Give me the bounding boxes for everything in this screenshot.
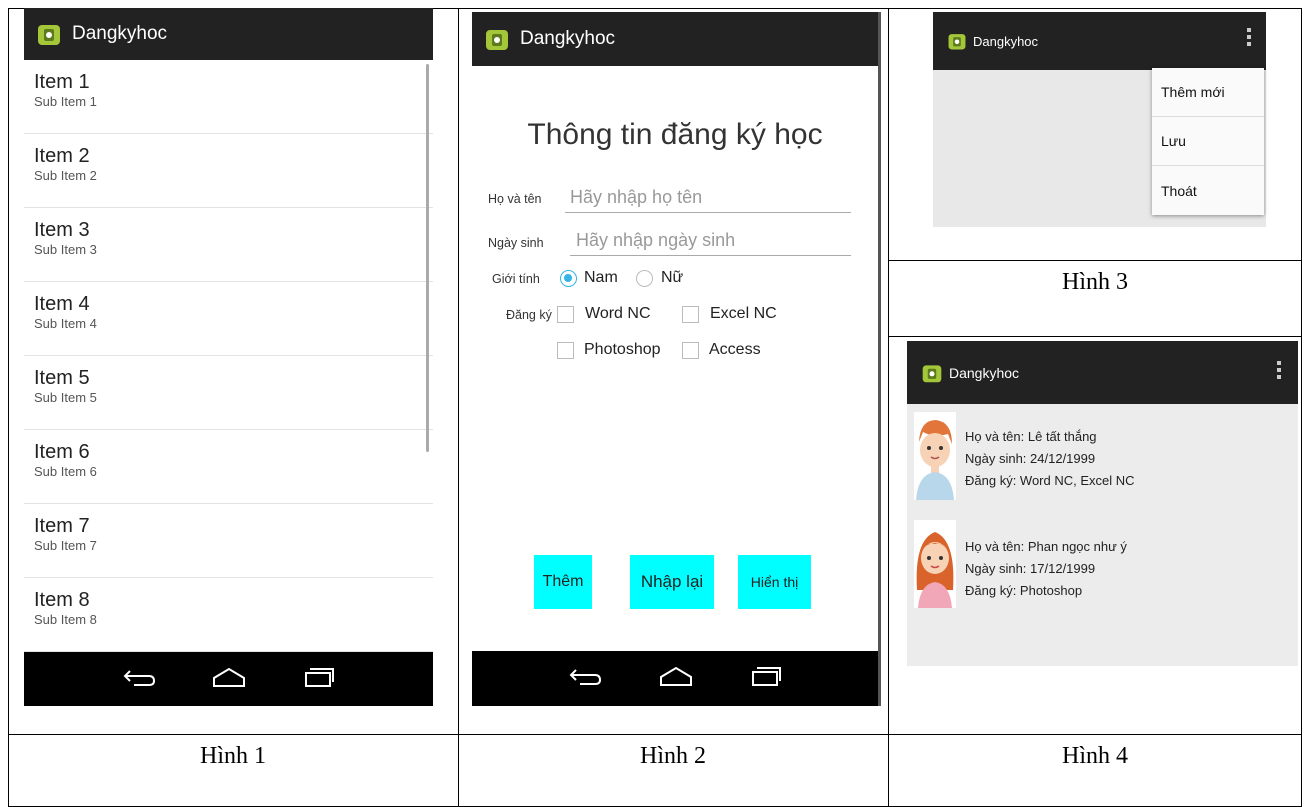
add-button[interactable]: Thêm (534, 555, 592, 609)
list-item-title: Item 2 (34, 145, 90, 167)
dob-input-underline (570, 255, 851, 256)
list-item-title: Item 1 (34, 71, 90, 93)
table-divider (888, 8, 889, 807)
caption-hinh-3: Hình 3 (1062, 269, 1128, 295)
home-icon[interactable] (658, 665, 694, 692)
course-photoshop-checkbox[interactable] (557, 342, 574, 359)
male-avatar (914, 412, 956, 500)
register-label: Đăng ký (506, 308, 552, 322)
home-icon[interactable] (211, 666, 247, 693)
list-item[interactable]: Item 8 Sub Item 8 (24, 578, 433, 652)
list-item[interactable]: Item 4 Sub Item 4 (24, 282, 433, 356)
action-bar: Dangkyhoc (472, 12, 878, 66)
record-1[interactable]: Họ và tên: Lê tất thắng Ngày sinh: 24/12… (965, 426, 1135, 492)
course-photoshop-label[interactable]: Photoshop (584, 341, 661, 359)
dob-label: Ngày sinh (488, 236, 544, 250)
list-item[interactable]: Item 7 Sub Item 7 (24, 504, 433, 578)
table-divider (458, 8, 459, 807)
recents-icon[interactable] (303, 666, 335, 693)
course-excel-checkbox[interactable] (682, 306, 699, 323)
list-item[interactable]: Item 3 Sub Item 3 (24, 208, 433, 282)
gender-female-label[interactable]: Nữ (661, 269, 683, 287)
list-item-subtitle: Sub Item 4 (34, 316, 97, 331)
list-item-subtitle: Sub Item 2 (34, 168, 97, 183)
action-bar: Dangkyhoc (933, 12, 1266, 70)
list-item-title: Item 4 (34, 293, 90, 315)
list-item[interactable]: Item 5 Sub Item 5 (24, 356, 433, 430)
reset-button[interactable]: Nhập lại (630, 555, 714, 609)
list-item-title: Item 8 (34, 589, 90, 611)
record-dob: Ngày sinh: 24/12/1999 (965, 451, 1096, 466)
list-item[interactable]: Item 1 Sub Item 1 (24, 60, 433, 134)
list-item-subtitle: Sub Item 8 (34, 612, 97, 627)
android-app-icon (36, 21, 62, 47)
record-2[interactable]: Họ và tên: Phan ngọc như ý Ngày sinh: 17… (965, 536, 1127, 602)
android-app-icon (484, 26, 510, 52)
form-heading: Thông tin đăng ký học (527, 118, 823, 151)
course-word-checkbox[interactable] (557, 306, 574, 323)
app-title: Dangkyhoc (72, 23, 168, 44)
overflow-menu-icon[interactable] (1247, 28, 1251, 46)
overflow-menu-icon[interactable] (1277, 361, 1281, 379)
app-title: Dangkyhoc (973, 33, 1039, 49)
action-bar: Dangkyhoc (24, 8, 433, 60)
list-item-subtitle: Sub Item 5 (34, 390, 97, 405)
record-dob: Ngày sinh: 17/12/1999 (965, 561, 1096, 576)
gender-male-label[interactable]: Nam (584, 269, 618, 287)
course-word-label[interactable]: Word NC (585, 305, 651, 323)
caption-hinh-4: Hình 4 (1062, 743, 1128, 769)
list-scrollbar[interactable] (426, 64, 429, 452)
dob-input[interactable]: Hãy nhập ngày sinh (576, 230, 735, 251)
back-icon[interactable] (568, 665, 602, 692)
caption-hinh-2: Hình 2 (640, 743, 706, 769)
female-avatar (914, 520, 956, 608)
show-button[interactable]: Hiển thị (738, 555, 811, 609)
name-input[interactable]: Hãy nhập họ tên (570, 187, 702, 208)
name-label: Họ và tên (488, 192, 542, 206)
caption-hinh-1: Hình 1 (200, 743, 266, 769)
action-bar: Dangkyhoc (907, 341, 1298, 404)
record-name: Họ và tên: Phan ngọc như ý (965, 539, 1127, 554)
menu-item-save[interactable]: Lưu (1152, 117, 1264, 166)
course-excel-label[interactable]: Excel NC (710, 305, 777, 323)
android-app-icon (921, 360, 943, 386)
nav-bar (472, 651, 878, 706)
course-access-label[interactable]: Access (709, 341, 761, 359)
app-title: Dangkyhoc (949, 364, 1020, 381)
table-divider (8, 734, 1302, 735)
registration-form: Thông tin đăng ký học Họ và tên Hãy nhập… (472, 66, 878, 651)
list-item-subtitle: Sub Item 3 (34, 242, 97, 257)
record-courses: Đăng ký: Photoshop (965, 583, 1083, 598)
record-name: Họ và tên: Lê tất thắng (965, 429, 1097, 444)
list-item-subtitle: Sub Item 6 (34, 464, 97, 479)
list-item-subtitle: Sub Item 7 (34, 538, 97, 553)
list-item-title: Item 6 (34, 441, 90, 463)
overflow-menu: Thêm mới Lưu Thoát (1152, 68, 1264, 215)
list-item-title: Item 5 (34, 367, 90, 389)
nav-bar (24, 652, 433, 706)
android-app-icon (947, 30, 967, 52)
list-item[interactable]: Item 6 Sub Item 6 (24, 430, 433, 504)
menu-item-add-new[interactable]: Thêm mới (1152, 68, 1264, 117)
recents-icon[interactable] (750, 665, 782, 692)
list-item-title: Item 7 (34, 515, 90, 537)
records-list: Họ và tên: Lê tất thắng Ngày sinh: 24/12… (907, 404, 1298, 666)
gender-male-radio[interactable] (560, 270, 577, 287)
gender-label: Giới tính (492, 272, 540, 286)
menu-item-exit[interactable]: Thoát (1152, 166, 1264, 215)
list-item[interactable]: Item 2 Sub Item 2 (24, 134, 433, 208)
course-access-checkbox[interactable] (682, 342, 699, 359)
list-item-subtitle: Sub Item 1 (34, 94, 97, 109)
back-icon[interactable] (122, 666, 156, 693)
table-divider (888, 260, 1302, 261)
window-edge (878, 12, 881, 706)
record-courses: Đăng ký: Word NC, Excel NC (965, 473, 1135, 488)
list-item-title: Item 3 (34, 219, 90, 241)
app-title: Dangkyhoc (520, 28, 616, 49)
items-list[interactable]: Item 1 Sub Item 1 Item 2 Sub Item 2 Item 3… (24, 60, 433, 652)
name-input-underline (565, 212, 851, 213)
table-divider (888, 336, 1302, 337)
gender-female-radio[interactable] (636, 270, 653, 287)
